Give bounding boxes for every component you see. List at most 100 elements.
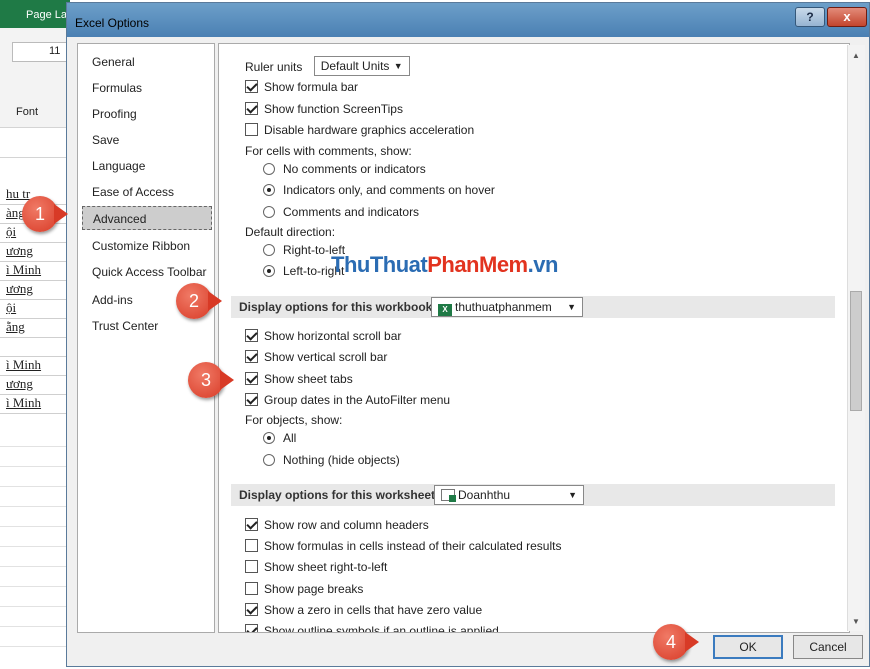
show-headers-label: Show row and column headers	[264, 518, 429, 532]
worksheet-section-title: Display options for this worksheet:	[239, 488, 440, 502]
show-page-breaks-row[interactable]: Show page breaks	[245, 582, 363, 596]
cell[interactable]: ội	[0, 300, 70, 319]
nav-item-language[interactable]: Language	[82, 154, 212, 178]
chevron-down-icon: ▼	[568, 490, 577, 500]
worksheet-section-header: Display options for this worksheet: Doan…	[231, 484, 835, 506]
scroll-down-icon[interactable]: ▼	[850, 615, 862, 629]
show-vscroll-label: Show vertical scroll bar	[264, 350, 388, 364]
nav-item-general[interactable]: General	[82, 50, 212, 74]
comments-both-row[interactable]: Comments and indicators	[263, 205, 419, 219]
checkbox-unchecked-icon[interactable]	[245, 560, 258, 573]
page-layout-tab[interactable]: Page La	[26, 9, 67, 21]
checkbox-checked-icon[interactable]	[245, 372, 258, 385]
cell[interactable]: ẵng	[0, 319, 70, 338]
radio-selected-icon[interactable]	[263, 265, 275, 277]
cell[interactable]: ì Minh	[0, 357, 70, 376]
show-zero-row[interactable]: Show a zero in cells that have zero valu…	[245, 603, 482, 617]
radio-unselected-icon[interactable]	[263, 244, 275, 256]
disable-hw-accel-row[interactable]: Disable hardware graphics acceleration	[245, 123, 474, 137]
show-sheet-tabs-label: Show sheet tabs	[264, 372, 353, 386]
group-dates-label: Group dates in the AutoFilter menu	[264, 393, 451, 407]
ruler-units-dropdown[interactable]: Default Units ▼	[313, 56, 410, 76]
comments-none-row[interactable]: No comments or indicators	[263, 162, 426, 176]
radio-unselected-icon[interactable]	[263, 206, 275, 218]
show-zero-label: Show a zero in cells that have zero valu…	[264, 603, 483, 617]
nav-item-formulas[interactable]: Formulas	[82, 76, 212, 100]
ruler-units-value: Default Units	[320, 59, 390, 73]
nav-item-advanced[interactable]: Advanced	[82, 206, 212, 230]
scroll-thumb[interactable]	[850, 291, 862, 411]
cell[interactable]: ương	[0, 243, 70, 262]
comments-none-label: No comments or indicators	[283, 162, 426, 176]
dialog-titlebar[interactable]: Excel Options ? x	[67, 3, 869, 37]
cell[interactable]	[0, 338, 70, 357]
show-hscroll-row[interactable]: Show horizontal scroll bar	[245, 329, 401, 343]
workbook-section-title: Display options for this workbook:	[239, 300, 437, 314]
help-button[interactable]: ?	[795, 7, 825, 27]
options-scrollbar[interactable]: ▲ ▼	[847, 45, 865, 631]
checkbox-checked-icon[interactable]	[245, 603, 258, 616]
scroll-up-icon[interactable]: ▲	[850, 49, 862, 63]
direction-heading: Default direction:	[245, 225, 336, 239]
show-hscroll-label: Show horizontal scroll bar	[264, 329, 402, 343]
sheet-gridlines	[0, 446, 70, 656]
comments-both-label: Comments and indicators	[283, 205, 420, 219]
cancel-button[interactable]: Cancel	[793, 635, 863, 659]
show-sheet-tabs-row[interactable]: Show sheet tabs	[245, 372, 353, 386]
show-formula-bar-row[interactable]: Show formula bar	[245, 80, 358, 94]
checkbox-checked-icon[interactable]	[245, 102, 258, 115]
objects-all-label: All	[283, 431, 297, 445]
ok-button[interactable]: OK	[713, 635, 783, 659]
nav-item-proofing[interactable]: Proofing	[82, 102, 212, 126]
cell[interactable]: ương	[0, 281, 70, 300]
excel-workbook-icon: X	[438, 304, 452, 316]
watermark-logo: ThuThuatPhanMem.vn	[331, 252, 558, 278]
show-outline-label: Show outline symbols if an outline is ap…	[264, 624, 499, 633]
font-size-box[interactable]: 11	[12, 42, 70, 62]
callout-2: 2	[176, 283, 222, 319]
workbook-dropdown[interactable]: Xthuthuatphanmem ▼	[431, 297, 583, 317]
nav-item-save[interactable]: Save	[82, 128, 212, 152]
show-vscroll-row[interactable]: Show vertical scroll bar	[245, 350, 387, 364]
group-dates-row[interactable]: Group dates in the AutoFilter menu	[245, 393, 450, 407]
ruler-units-row: Ruler units Default Units ▼	[245, 56, 410, 76]
checkbox-unchecked-icon[interactable]	[245, 582, 258, 595]
watermark-part2: PhanMem	[427, 252, 528, 277]
checkbox-checked-icon[interactable]	[245, 518, 258, 531]
radio-unselected-icon[interactable]	[263, 454, 275, 466]
close-button[interactable]: x	[827, 7, 867, 27]
objects-nothing-row[interactable]: Nothing (hide objects)	[263, 453, 400, 467]
checkbox-checked-icon[interactable]	[245, 350, 258, 363]
ruler-units-label: Ruler units	[245, 60, 303, 74]
show-headers-row[interactable]: Show row and column headers	[245, 518, 429, 532]
worksheet-name: Doanhthu	[458, 488, 511, 502]
checkbox-unchecked-icon[interactable]	[245, 539, 258, 552]
nav-item-customize-ribbon[interactable]: Customize Ribbon	[82, 234, 212, 258]
options-nav: General Formulas Proofing Save Language …	[77, 43, 215, 633]
show-formulas-row[interactable]: Show formulas in cells instead of their …	[245, 539, 561, 553]
radio-selected-icon[interactable]	[263, 184, 275, 196]
checkbox-checked-icon[interactable]	[245, 624, 258, 632]
cell[interactable]: ương	[0, 376, 70, 395]
worksheet-dropdown[interactable]: Doanhthu ▼	[434, 485, 584, 505]
nav-item-ease-of-access[interactable]: Ease of Access	[82, 180, 212, 204]
show-outline-row[interactable]: Show outline symbols if an outline is ap…	[245, 624, 499, 633]
checkbox-checked-icon[interactable]	[245, 393, 258, 406]
checkbox-checked-icon[interactable]	[245, 329, 258, 342]
show-screentips-row[interactable]: Show function ScreenTips	[245, 102, 403, 116]
cell[interactable]: ì Minh	[0, 395, 70, 414]
show-rtl-label: Show sheet right-to-left	[264, 560, 388, 574]
show-rtl-row[interactable]: Show sheet right-to-left	[245, 560, 387, 574]
comments-indicators-label: Indicators only, and comments on hover	[283, 183, 495, 197]
checkbox-checked-icon[interactable]	[245, 80, 258, 93]
excel-options-dialog: Excel Options ? x General Formulas Proof…	[66, 2, 870, 667]
workbook-name: thuthuatphanmem	[455, 300, 552, 314]
objects-all-row[interactable]: All	[263, 431, 296, 445]
radio-selected-icon[interactable]	[263, 432, 275, 444]
comments-indicators-row[interactable]: Indicators only, and comments on hover	[263, 183, 495, 197]
checkbox-unchecked-icon[interactable]	[245, 123, 258, 136]
nav-item-quick-access-toolbar[interactable]: Quick Access Toolbar	[82, 260, 212, 284]
radio-unselected-icon[interactable]	[263, 163, 275, 175]
formula-bar[interactable]	[0, 128, 70, 158]
cell[interactable]: ì Minh	[0, 262, 70, 281]
